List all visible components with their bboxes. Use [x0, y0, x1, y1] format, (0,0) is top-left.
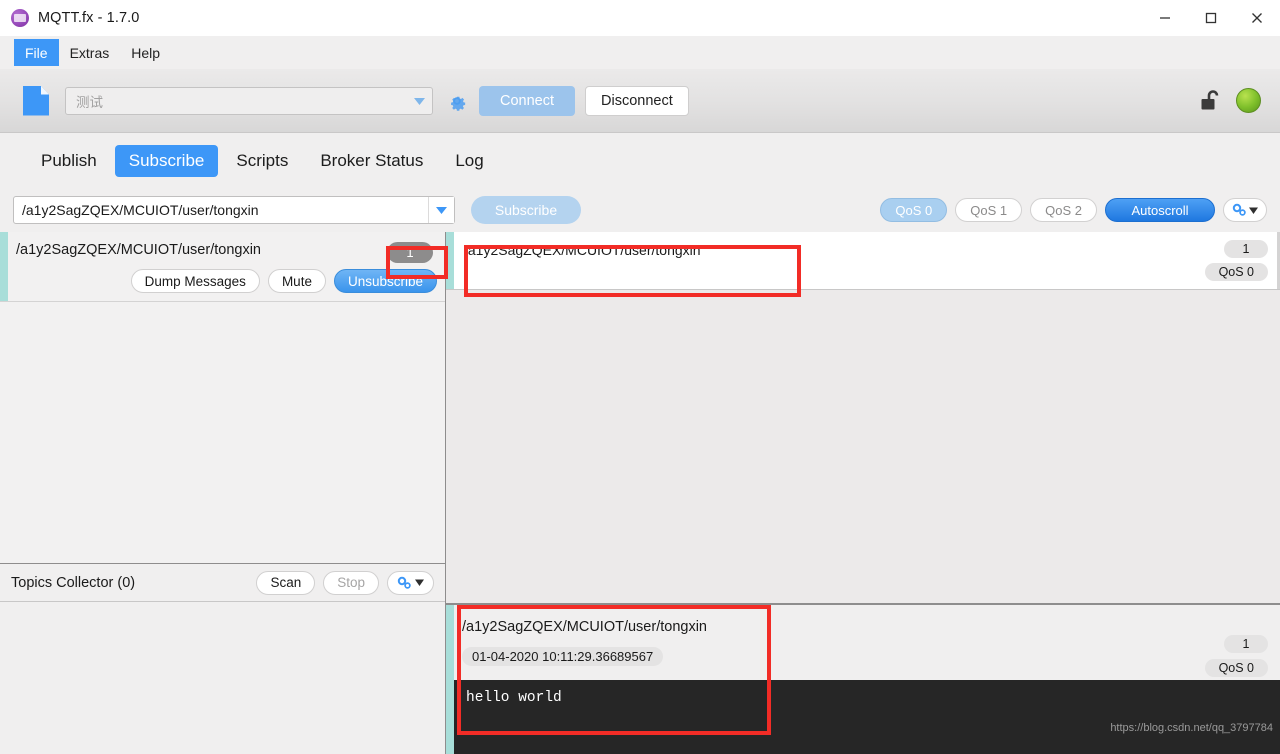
maximize-icon[interactable] [1188, 0, 1234, 36]
subscriptions-pane: /a1y2SagZQEX/MCUIOT/user/tongxin 1 Dump … [0, 232, 446, 754]
message-row-body: /a1y2SagZQEX/MCUIOT/user/tongxin 1 QoS 0 [454, 232, 1280, 289]
detail-meta: 1 QoS 0 [1204, 635, 1268, 677]
stop-button[interactable]: Stop [323, 570, 379, 595]
detail-index-badge: 1 [1224, 635, 1268, 653]
mqttfx-window: MQTT.fx - 1.7.0 File Extras Help 测试 Conn… [0, 0, 1280, 754]
qos-1-button[interactable]: QoS 1 [955, 198, 1023, 222]
main-split: /a1y2SagZQEX/MCUIOT/user/tongxin 1 Dump … [0, 232, 1280, 754]
connection-profile-value: 测试 [76, 94, 103, 110]
message-index-badge: 1 [1224, 240, 1268, 258]
gears-dropdown-icon[interactable] [1223, 198, 1267, 222]
subscription-accent-bar [0, 232, 8, 301]
topics-collector-header: Topics Collector (0) Scan Stop [0, 564, 445, 602]
connect-button[interactable]: Connect [479, 85, 575, 116]
detail-accent-bar [446, 605, 454, 754]
connection-toolbar: 测试 Connect Disconnect [0, 69, 1280, 133]
tab-scripts[interactable]: Scripts [222, 145, 302, 177]
message-accent-bar [446, 232, 454, 289]
messages-pane: /a1y2SagZQEX/MCUIOT/user/tongxin 1 QoS 0… [446, 232, 1280, 754]
message-list: /a1y2SagZQEX/MCUIOT/user/tongxin 1 QoS 0 [446, 232, 1280, 604]
tab-bar: Publish Subscribe Scripts Broker Status … [0, 133, 1280, 188]
subscription-message-count: 1 [387, 242, 433, 263]
menu-item-extras[interactable]: Extras [59, 39, 121, 66]
message-detail-body: /a1y2SagZQEX/MCUIOT/user/tongxin 01-04-2… [454, 605, 1280, 754]
scan-button[interactable]: Scan [256, 570, 316, 595]
tab-broker-status[interactable]: Broker Status [306, 145, 437, 177]
message-detail-pane: /a1y2SagZQEX/MCUIOT/user/tongxin 01-04-2… [446, 604, 1280, 754]
qos-2-button[interactable]: QoS 2 [1030, 198, 1097, 222]
menu-item-help[interactable]: Help [120, 39, 171, 66]
topic-input[interactable]: /a1y2SagZQEX/MCUIOT/user/tongxin [13, 196, 455, 224]
topic-input-value: /a1y2SagZQEX/MCUIOT/user/tongxin [22, 202, 259, 218]
window-controls [1142, 0, 1280, 36]
window-title: MQTT.fx - 1.7.0 [38, 9, 140, 26]
chevron-down-icon[interactable] [406, 88, 432, 114]
unlocked-padlock-icon [1200, 88, 1224, 114]
connection-status-indicator [1236, 88, 1261, 113]
minimize-icon[interactable] [1142, 0, 1188, 36]
topics-collector-body [0, 602, 445, 754]
payload-text: hello world [466, 690, 562, 706]
gear-icon[interactable] [444, 88, 470, 114]
message-row[interactable]: /a1y2SagZQEX/MCUIOT/user/tongxin 1 QoS 0 [446, 232, 1280, 290]
tab-publish[interactable]: Publish [27, 145, 111, 177]
autoscroll-toggle[interactable]: Autoscroll [1105, 198, 1215, 222]
message-payload: hello world https://blog.csdn.net/qq_379… [454, 680, 1280, 754]
menu-item-file[interactable]: File [14, 39, 59, 66]
close-icon[interactable] [1234, 0, 1280, 36]
tab-log[interactable]: Log [441, 145, 497, 177]
watermark-text: https://blog.csdn.net/qq_3797784 [1110, 722, 1273, 734]
mqtt-logo-icon [11, 8, 29, 27]
subscription-actions: Dump Messages Mute Unsubscribe [130, 269, 437, 293]
unsubscribe-button[interactable]: Unsubscribe [333, 269, 437, 293]
detail-topic: /a1y2SagZQEX/MCUIOT/user/tongxin [462, 619, 707, 635]
subscribe-button[interactable]: Subscribe [471, 196, 581, 224]
subscription-list: /a1y2SagZQEX/MCUIOT/user/tongxin 1 Dump … [0, 232, 445, 564]
gears-dropdown-icon[interactable] [387, 570, 434, 595]
menu-bar: File Extras Help [0, 36, 1280, 69]
detail-timestamp: 01-04-2020 10:11:29.36689567 [462, 647, 664, 666]
subscribe-bar: /a1y2SagZQEX/MCUIOT/user/tongxin Subscri… [0, 188, 1280, 232]
subscription-topic: /a1y2SagZQEX/MCUIOT/user/tongxin [16, 242, 261, 258]
detail-qos-badge: QoS 0 [1204, 659, 1268, 677]
message-topic: /a1y2SagZQEX/MCUIOT/user/tongxin [464, 242, 701, 258]
disconnect-button[interactable]: Disconnect [585, 85, 689, 116]
dump-messages-button[interactable]: Dump Messages [130, 269, 260, 293]
topics-collector-pane: Topics Collector (0) Scan Stop [0, 564, 445, 754]
document-icon[interactable] [23, 85, 49, 116]
message-row-meta: 1 QoS 0 [1204, 240, 1268, 281]
message-qos-badge: QoS 0 [1204, 263, 1268, 281]
subscription-item-body: /a1y2SagZQEX/MCUIOT/user/tongxin 1 Dump … [8, 232, 445, 301]
mute-button[interactable]: Mute [267, 269, 326, 293]
connection-profile-combo[interactable]: 测试 [65, 86, 433, 115]
tab-subscribe[interactable]: Subscribe [114, 144, 219, 177]
qos-0-button[interactable]: QoS 0 [880, 198, 948, 222]
chevron-down-icon[interactable] [428, 197, 454, 223]
title-bar: MQTT.fx - 1.7.0 [0, 0, 1280, 36]
subscription-item[interactable]: /a1y2SagZQEX/MCUIOT/user/tongxin 1 Dump … [0, 232, 445, 302]
topics-collector-title: Topics Collector (0) [11, 574, 136, 591]
